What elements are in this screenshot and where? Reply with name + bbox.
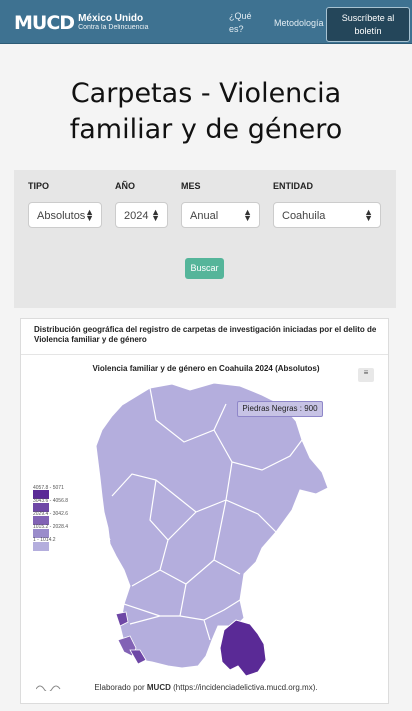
legend-label: 4057.8 - 5071: [33, 485, 64, 491]
legend-item[interactable]: 4057.8 - 5071: [33, 485, 93, 499]
municipality-saltillo[interactable]: [219, 619, 267, 677]
legend-label: 1 - 1014.2: [33, 537, 56, 543]
legend-swatch: [33, 542, 49, 551]
credit-org: MUCD: [146, 683, 171, 692]
legend-item[interactable]: 1 - 1014.2: [33, 537, 93, 551]
state-outline[interactable]: [95, 382, 329, 669]
credit-url[interactable]: (https://incidenciadelictiva.mucd.org.mx…: [173, 683, 318, 692]
coahuila-map: [85, 382, 329, 677]
credit-prefix: Elaborado por: [94, 683, 145, 692]
legend-item[interactable]: 1015.2 - 2028.4: [33, 524, 93, 538]
map-tooltip: Piedras Negras : 900: [237, 401, 323, 417]
legend-label: 2029.4 - 3042.6: [33, 511, 69, 517]
legend-item[interactable]: 3043.6 - 4056.8: [33, 498, 93, 512]
legend-item[interactable]: 2029.4 - 3042.6: [33, 511, 93, 525]
map-legend: 4057.8 - 5071 3043.6 - 4056.8 2029.4 - 304…: [33, 485, 93, 551]
legend-label: 1015.2 - 2028.4: [33, 524, 69, 530]
credit-line: Elaborado por MUCD (https://incidenciade…: [0, 683, 412, 692]
legend-label: 3043.6 - 4056.8: [33, 498, 69, 504]
